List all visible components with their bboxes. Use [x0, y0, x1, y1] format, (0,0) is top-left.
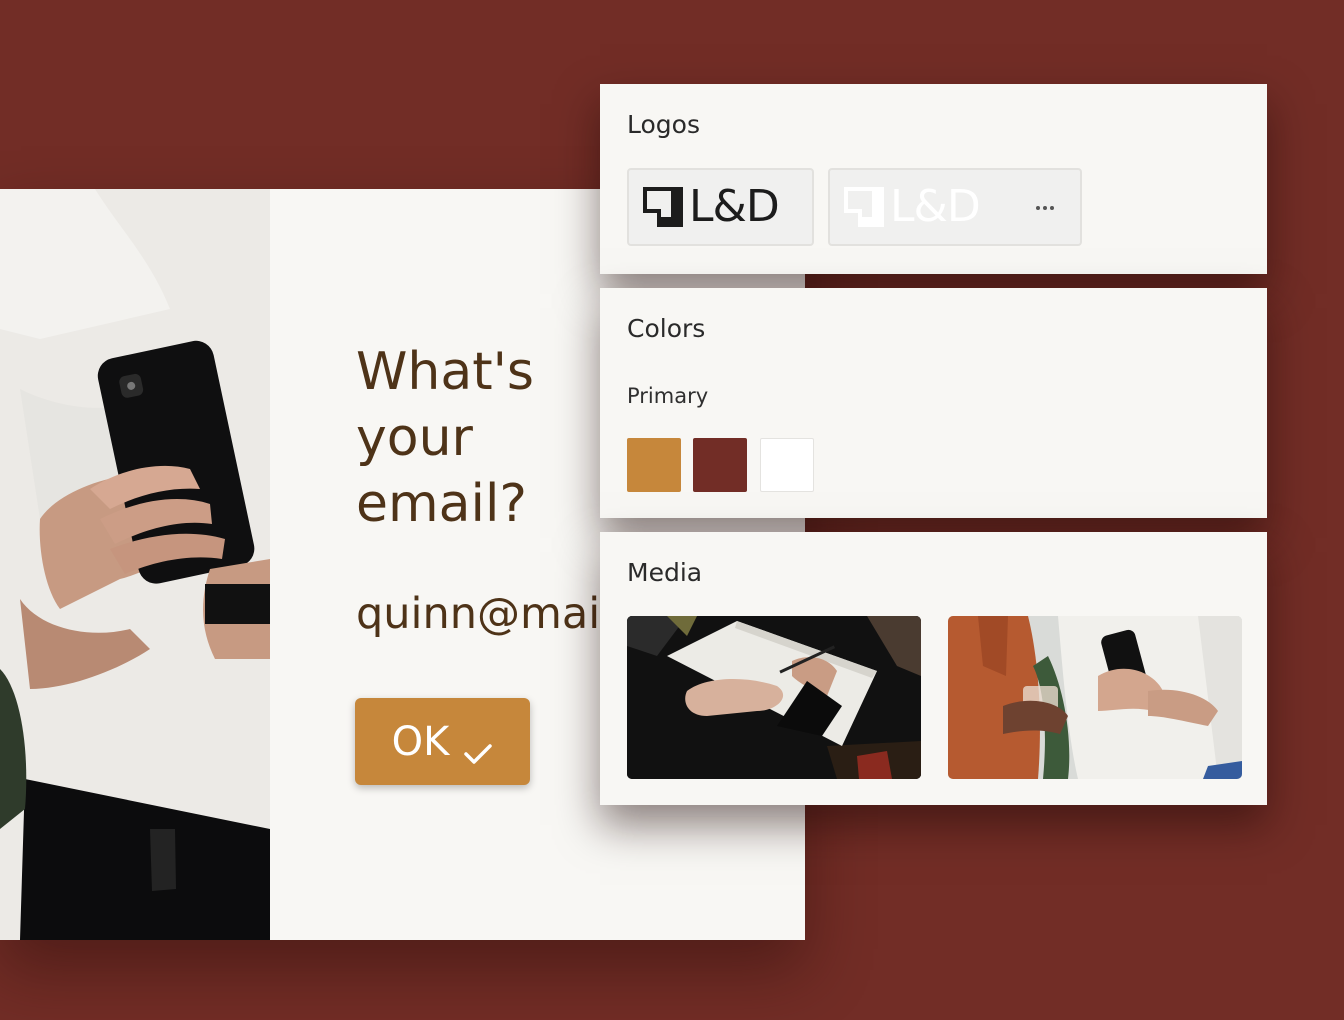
logos-panel: Logos L&D L&D [600, 84, 1267, 274]
logo-text: L&D [890, 181, 981, 232]
notebook-writing-image [627, 616, 921, 779]
media-panel: Media [600, 532, 1267, 805]
primary-label: Primary [627, 384, 709, 408]
color-swatch[interactable] [693, 438, 747, 492]
media-title: Media [627, 558, 703, 587]
colors-panel: Colors Primary [600, 288, 1267, 518]
logo-text: L&D [689, 181, 780, 232]
question-heading: What's your email? [356, 342, 535, 534]
email-input[interactable]: quinn@mail [356, 589, 612, 639]
check-icon [463, 730, 493, 764]
people-with-phone-image [948, 616, 1242, 779]
logo-mark-icon [844, 187, 884, 227]
ok-button-label: OK [391, 718, 450, 765]
media-thumbnail-people[interactable] [948, 616, 1242, 779]
logo-tile-light[interactable]: L&D [828, 168, 1082, 246]
logo-mark-icon [643, 187, 683, 227]
colors-title: Colors [627, 314, 706, 343]
logo-tile-dark[interactable]: L&D [627, 168, 814, 246]
color-swatch[interactable] [627, 438, 681, 492]
person-holding-phone-image [0, 189, 270, 940]
media-thumbnail-notebook[interactable] [627, 616, 921, 779]
logos-title: Logos [627, 110, 700, 139]
more-horizontal-icon[interactable] [1030, 194, 1060, 222]
form-side-photo [0, 189, 270, 940]
color-swatch[interactable] [760, 438, 814, 492]
ok-button[interactable]: OK [355, 698, 530, 785]
